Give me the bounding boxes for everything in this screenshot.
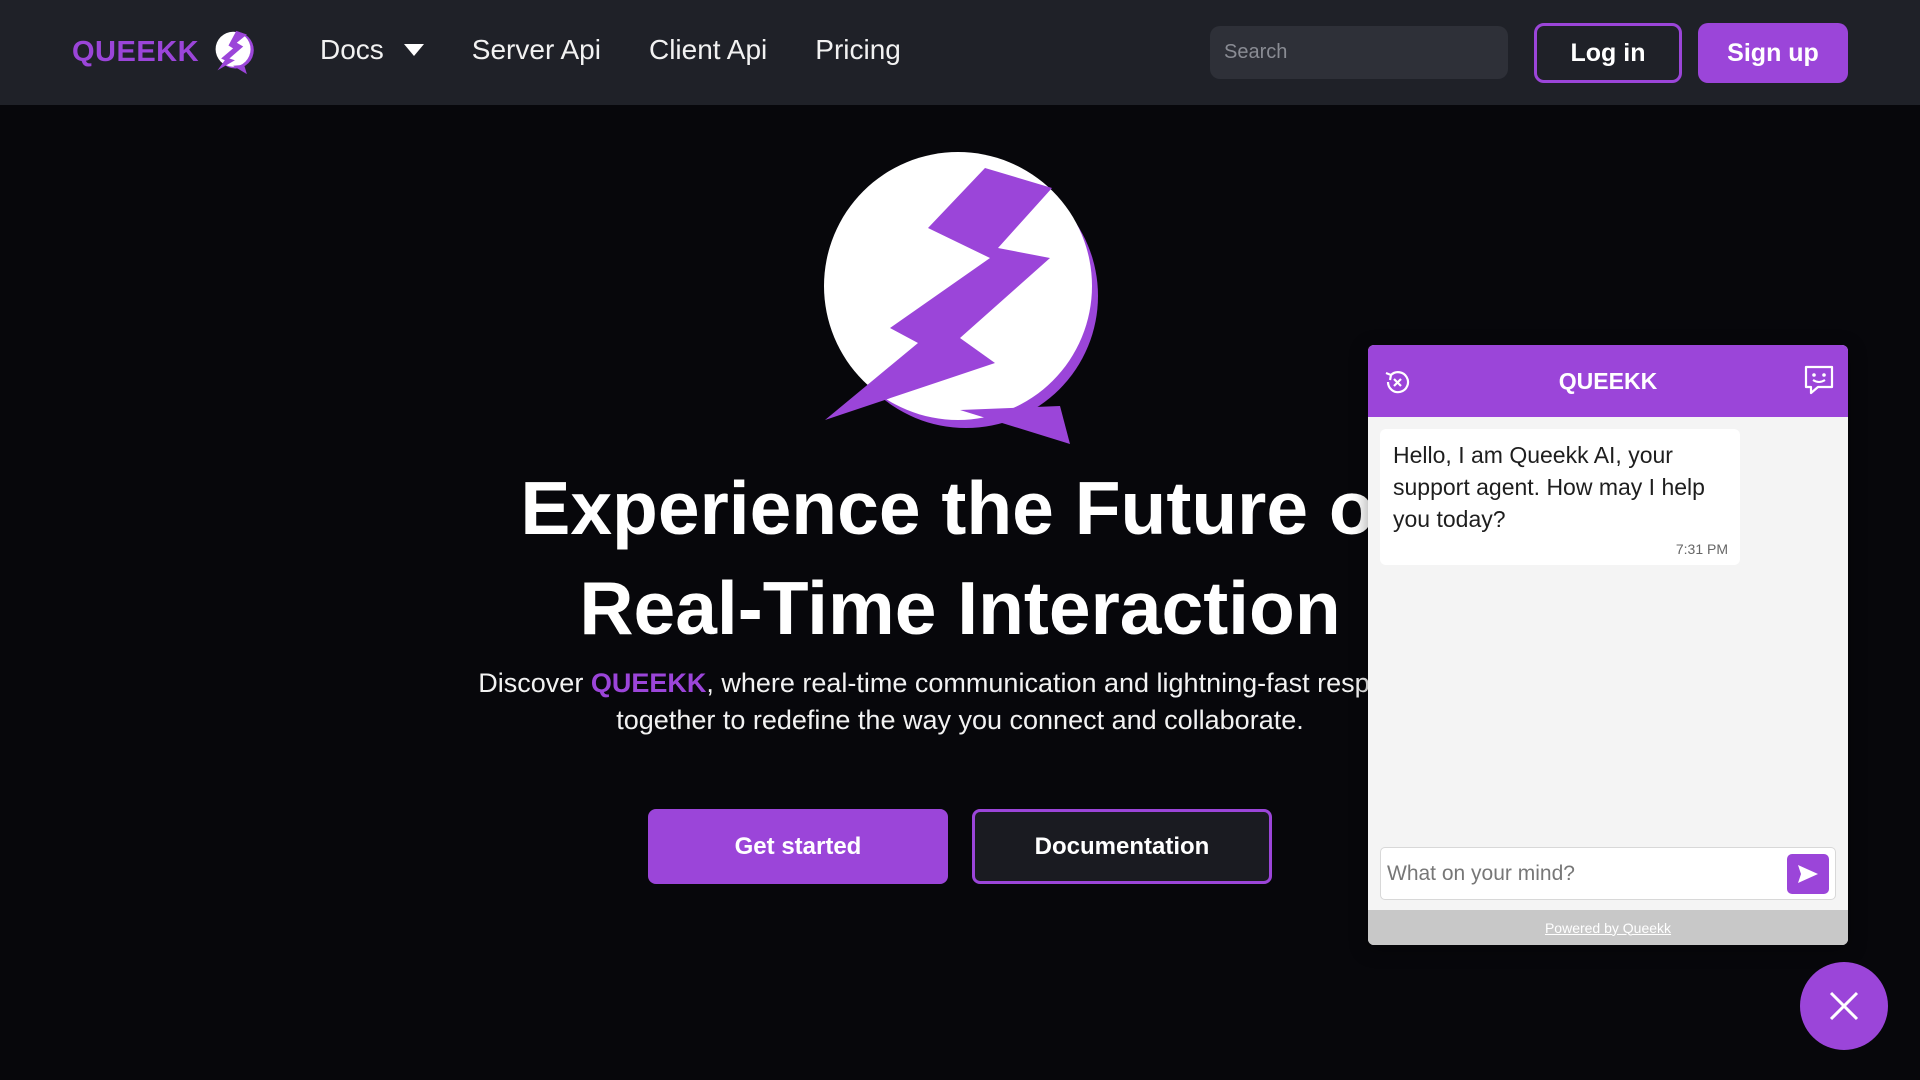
chat-title: QUEEKK xyxy=(1558,367,1658,394)
nav-server-api[interactable]: Server Api xyxy=(472,34,601,66)
send-button[interactable] xyxy=(1787,854,1829,894)
hero-sub-prefix: Discover xyxy=(478,668,591,698)
message-timestamp: 7:31 PM xyxy=(1675,541,1728,557)
nav-pricing[interactable]: Pricing xyxy=(815,34,901,66)
login-button[interactable]: Log in xyxy=(1534,23,1682,83)
close-icon xyxy=(1829,991,1859,1021)
lightning-chat-logo-icon xyxy=(215,30,254,75)
documentation-button[interactable]: Documentation xyxy=(972,809,1272,884)
top-navbar: QUEEKK Docs Server Api Client Api Pricin… xyxy=(0,0,1920,105)
hero-title-line-2: Real-Time Interaction xyxy=(579,566,1341,650)
chat-header: QUEEKK xyxy=(1368,345,1848,417)
brand-logo-link[interactable]: QUEEKK xyxy=(72,28,257,76)
brand-name: QUEEKK xyxy=(72,35,200,68)
hero-title-line-1: Experience the Future of xyxy=(520,466,1400,550)
chat-message-input[interactable] xyxy=(1387,858,1777,890)
hero-subtitle: Discover QUEEKK, where real-time communi… xyxy=(420,665,1500,739)
chat-smile-icon[interactable] xyxy=(1802,363,1836,397)
nav-docs-label: Docs xyxy=(320,34,384,65)
signup-button[interactable]: Sign up xyxy=(1698,23,1848,83)
chat-footer: Powered by Queekk xyxy=(1368,910,1848,945)
caret-down-icon xyxy=(403,44,424,56)
hero-lightning-logo-icon xyxy=(824,152,1098,444)
bot-message-text: Hello, I am Queekk AI, your support agen… xyxy=(1393,442,1705,532)
bot-message-bubble: Hello, I am Queekk AI, your support agen… xyxy=(1380,429,1740,565)
chat-input-container xyxy=(1380,847,1836,900)
support-chat-widget: QUEEKK Hello, I am Queekk AI, your suppo… xyxy=(1368,345,1848,945)
hero-brand-highlight: QUEEKK xyxy=(590,668,707,698)
nav-docs-dropdown[interactable]: Docs xyxy=(320,34,424,66)
main-nav: Docs Server Api Client Api Pricing xyxy=(320,34,949,66)
hero-title: Experience the Future of Real-Time Inter… xyxy=(460,458,1460,658)
powered-by-link[interactable]: Powered by Queekk xyxy=(1545,920,1671,936)
chat-toggle-button[interactable] xyxy=(1800,962,1888,1050)
send-icon xyxy=(1798,865,1818,883)
nav-client-api[interactable]: Client Api xyxy=(649,34,767,66)
search-input[interactable] xyxy=(1210,26,1508,79)
hero-sub-line1: , where real-time communication and ligh… xyxy=(706,668,1442,698)
get-started-button[interactable]: Get started xyxy=(648,809,948,884)
hero-sub-line2: together to redefine the way you connect… xyxy=(616,705,1304,735)
close-history-icon[interactable] xyxy=(1382,367,1412,397)
